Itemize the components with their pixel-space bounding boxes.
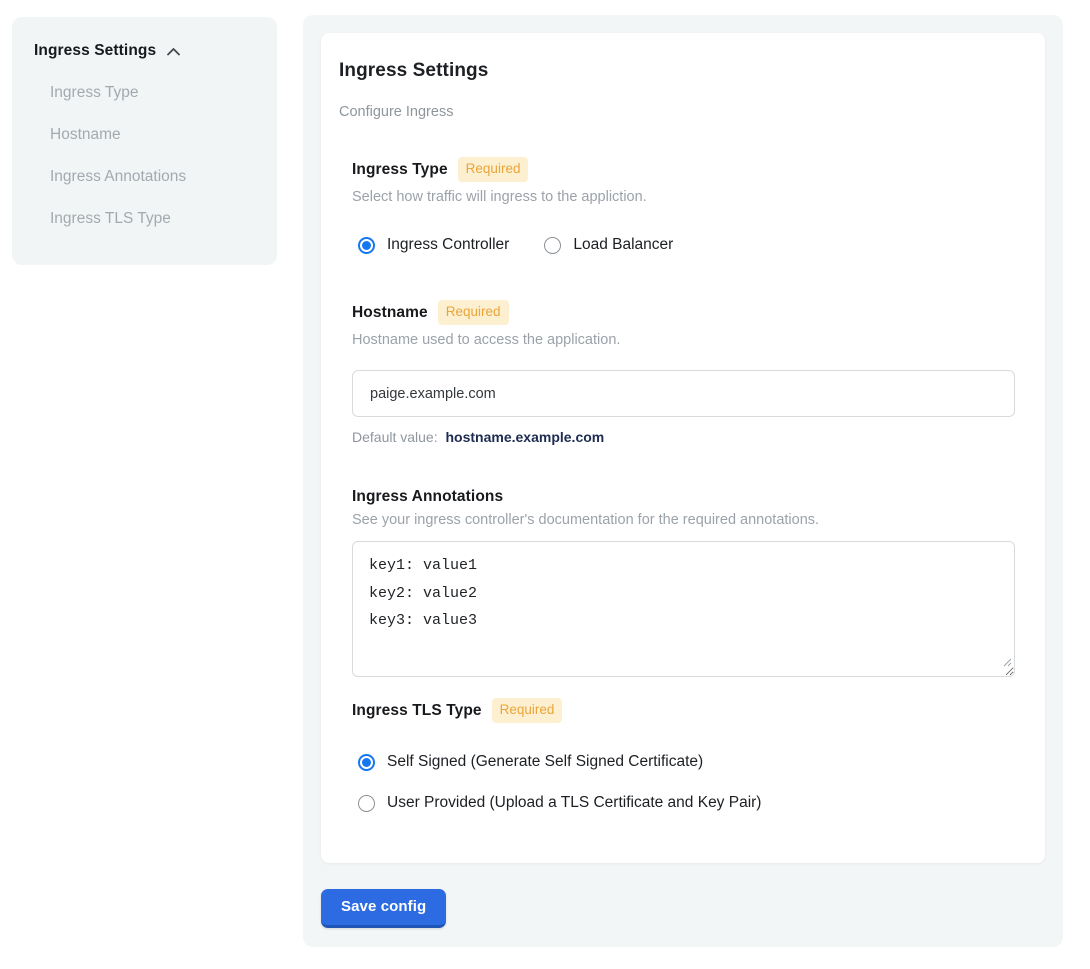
default-value-text: hostname.example.com [446, 429, 605, 445]
sidebar-item-hostname[interactable]: Hostname [50, 126, 257, 144]
required-badge: Required [458, 157, 529, 182]
form-sections: Ingress Type Required Select how traffic… [352, 157, 1015, 813]
chevron-up-icon [165, 45, 182, 59]
radio-option-load-balancer[interactable]: Load Balancer [544, 235, 673, 255]
ingress-type-label-row: Ingress Type Required [352, 157, 1015, 182]
ingress-type-options: Ingress Controller Load Balancer [358, 235, 1015, 255]
radio-user-provided-icon[interactable] [358, 795, 375, 812]
hostname-label: Hostname [352, 304, 428, 321]
annotations-label-row: Ingress Annotations [352, 488, 1015, 505]
sidebar-section-toggle[interactable]: Ingress Settings [34, 42, 257, 60]
required-badge: Required [438, 300, 509, 325]
section-ingress-annotations: Ingress Annotations See your ingress con… [352, 488, 1015, 677]
hostname-input[interactable] [352, 370, 1015, 417]
tls-type-label: Ingress TLS Type [352, 702, 482, 719]
settings-sidebar: Ingress Settings Ingress Type Hostname I… [12, 17, 277, 265]
radio-ingress-controller-label: Ingress Controller [387, 235, 509, 255]
annotations-textarea-wrap: key1: value1 key2: value2 key3: value3 [352, 541, 1015, 677]
radio-self-signed-label: Self Signed (Generate Self Signed Certif… [387, 752, 703, 772]
default-value-prefix: Default value: [352, 429, 438, 445]
hostname-default-line: Default value: hostname.example.com [352, 429, 1015, 446]
radio-load-balancer-label: Load Balancer [573, 235, 673, 255]
tls-option-self-signed-row: Self Signed (Generate Self Signed Certif… [358, 752, 1015, 772]
ingress-type-label: Ingress Type [352, 161, 448, 178]
section-ingress-tls-type: Ingress TLS Type Required Self Signed (G… [352, 698, 1015, 813]
page-title: Ingress Settings [339, 61, 1015, 81]
ingress-settings-card: Ingress Settings Configure Ingress Ingre… [321, 33, 1045, 863]
radio-load-balancer-icon[interactable] [544, 237, 561, 254]
radio-option-self-signed[interactable]: Self Signed (Generate Self Signed Certif… [358, 752, 703, 772]
radio-self-signed-icon[interactable] [358, 754, 375, 771]
settings-main-panel: Ingress Settings Configure Ingress Ingre… [303, 15, 1063, 947]
annotations-label: Ingress Annotations [352, 488, 503, 505]
sidebar-item-ingress-annotations[interactable]: Ingress Annotations [50, 168, 257, 186]
annotations-description: See your ingress controller's documentat… [352, 512, 1015, 529]
sidebar-section-title: Ingress Settings [34, 42, 156, 60]
ingress-type-description: Select how traffic will ingress to the a… [352, 189, 1015, 206]
section-ingress-type: Ingress Type Required Select how traffic… [352, 157, 1015, 255]
save-config-button[interactable]: Save config [321, 889, 446, 928]
radio-ingress-controller-icon[interactable] [358, 237, 375, 254]
radio-user-provided-label: User Provided (Upload a TLS Certificate … [387, 793, 761, 813]
radio-option-ingress-controller[interactable]: Ingress Controller [358, 235, 509, 255]
hostname-label-row: Hostname Required [352, 300, 1015, 325]
tls-type-label-row: Ingress TLS Type Required [352, 698, 1015, 723]
sidebar-item-ingress-type[interactable]: Ingress Type [50, 84, 257, 102]
sidebar-item-ingress-tls-type[interactable]: Ingress TLS Type [50, 210, 257, 228]
section-hostname: Hostname Required Hostname used to acces… [352, 300, 1015, 446]
page-subtitle: Configure Ingress [339, 104, 1015, 121]
required-badge: Required [492, 698, 563, 723]
hostname-description: Hostname used to access the application. [352, 332, 1015, 349]
radio-option-user-provided[interactable]: User Provided (Upload a TLS Certificate … [358, 793, 761, 813]
tls-option-user-provided-row: User Provided (Upload a TLS Certificate … [358, 793, 1015, 813]
annotations-textarea[interactable]: key1: value1 key2: value2 key3: value3 [352, 541, 1015, 677]
